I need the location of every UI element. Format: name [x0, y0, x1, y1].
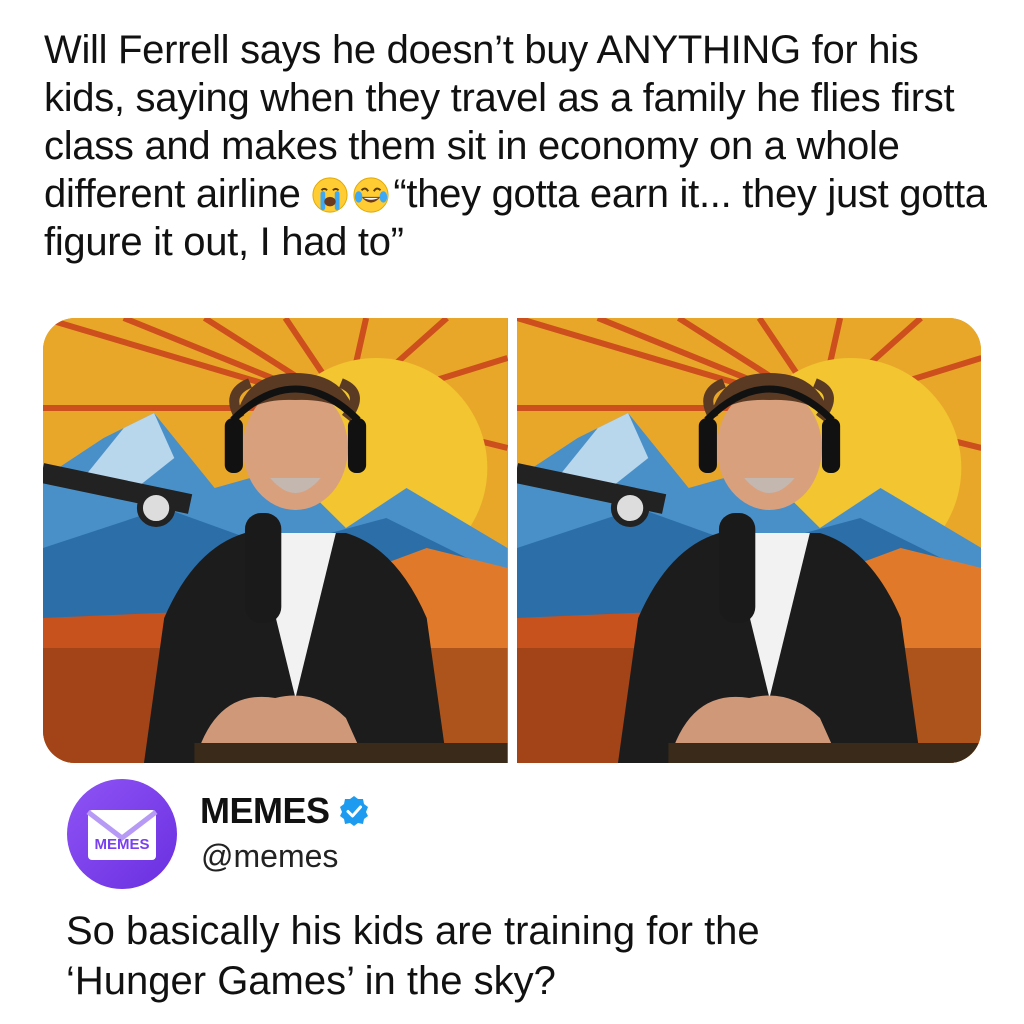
reply-text: So basically his kids are training for t…	[66, 906, 966, 1006]
reply-line-1: So basically his kids are training for t…	[66, 909, 760, 953]
avatar[interactable]: MEMES	[66, 778, 178, 890]
account-handle[interactable]: @memes	[201, 838, 338, 875]
media-photo-left[interactable]	[43, 318, 508, 763]
account-name-row: MEMES	[200, 790, 370, 832]
avatar-label: MEMES	[94, 836, 149, 853]
verified-badge-icon	[339, 796, 368, 826]
podcast-photo-image	[516, 318, 981, 763]
account-name[interactable]: MEMES	[200, 790, 330, 832]
face-with-tears-of-joy-icon	[353, 177, 389, 213]
media-grid	[43, 318, 981, 763]
loudly-crying-face-icon	[312, 177, 348, 213]
post-text: Will Ferrell says he doesn’t buy ANYTHIN…	[44, 26, 994, 266]
reply-line-2: ‘Hunger Games’ in the sky?	[66, 959, 556, 1003]
podcast-photo-image	[43, 318, 508, 763]
media-photo-right[interactable]	[516, 318, 981, 763]
